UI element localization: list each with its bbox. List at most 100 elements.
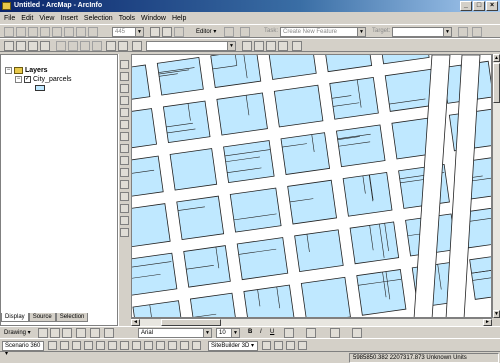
redo-icon[interactable]: [118, 41, 128, 51]
scene-tool-3-icon[interactable]: [72, 341, 81, 350]
minimize-button[interactable]: _: [460, 1, 472, 11]
zoom-in-fixed-icon[interactable]: [4, 27, 14, 37]
magnifier-icon[interactable]: [162, 27, 172, 37]
print-icon[interactable]: [40, 41, 50, 51]
scene-tool-5-icon[interactable]: [96, 341, 105, 350]
collapse-icon[interactable]: −: [5, 67, 12, 74]
scroll-thumb[interactable]: [493, 63, 500, 103]
back-arrow-icon[interactable]: [120, 144, 129, 153]
scroll-up-icon[interactable]: ▲: [493, 54, 500, 62]
add-data-icon[interactable]: [132, 41, 142, 51]
menu-file[interactable]: File: [4, 15, 15, 22]
underline-button[interactable]: U: [270, 329, 274, 335]
scene-tool-6-icon[interactable]: [108, 341, 117, 350]
arctoolbox-icon[interactable]: [254, 41, 264, 51]
delete-icon[interactable]: [92, 41, 102, 51]
refresh-icon[interactable]: [150, 27, 160, 37]
forward-arrow-icon[interactable]: [120, 156, 129, 165]
collapse-icon[interactable]: −: [15, 76, 22, 83]
menu-view[interactable]: View: [39, 15, 54, 22]
full-extent-globe-icon[interactable]: [120, 132, 129, 141]
pan-hand-icon[interactable]: [120, 120, 129, 129]
zoom-out-icon[interactable]: [120, 84, 129, 93]
scene-tool-10-icon[interactable]: [156, 341, 165, 350]
scene-tool-1-icon[interactable]: [48, 341, 57, 350]
editor-menu[interactable]: Editor ▾: [196, 28, 216, 35]
polygon-symbol-swatch[interactable]: [35, 85, 45, 91]
sitebuilder-menu[interactable]: SiteBuilder 3D ▾: [208, 341, 258, 351]
scroll-left-icon[interactable]: ◄: [131, 319, 140, 326]
scroll-down-icon[interactable]: ▼: [493, 310, 500, 318]
attributes-icon[interactable]: [458, 27, 468, 37]
zoom-whole-page-icon[interactable]: [62, 328, 72, 338]
select-elements-icon[interactable]: [38, 328, 48, 338]
sitebuilder-tool-1-icon[interactable]: [262, 341, 271, 350]
scroll-right-icon[interactable]: ►: [483, 319, 492, 326]
rotate-icon[interactable]: [50, 328, 60, 338]
edit-tool-icon[interactable]: [224, 27, 234, 37]
tab-display[interactable]: Display: [1, 313, 29, 322]
menu-window[interactable]: Window: [141, 15, 166, 22]
bold-button[interactable]: B: [248, 329, 252, 335]
font-size-combo[interactable]: 10 ▼: [216, 328, 240, 338]
pan-icon[interactable]: [28, 27, 38, 37]
maximize-button[interactable]: □: [473, 1, 485, 11]
find-icon[interactable]: [120, 204, 129, 213]
task-combo[interactable]: Create New Feature ▼: [280, 27, 366, 37]
hyperlink-icon[interactable]: [120, 216, 129, 225]
paste-icon[interactable]: [80, 41, 90, 51]
pointer-icon[interactable]: [120, 180, 129, 189]
whats-this-icon[interactable]: [292, 41, 302, 51]
layer-visibility-checkbox[interactable]: ✓: [24, 76, 31, 83]
hscroll-thumb[interactable]: [161, 319, 221, 326]
scene-tool-9-icon[interactable]: [144, 341, 153, 350]
select-features-icon[interactable]: [120, 168, 129, 177]
marker-color-icon[interactable]: [352, 328, 362, 338]
sketch-properties-icon[interactable]: [472, 27, 482, 37]
identify-icon[interactable]: [120, 192, 129, 201]
scene-tool-12-icon[interactable]: [180, 341, 189, 350]
identify-tool-icon[interactable]: [76, 27, 86, 37]
tab-selection[interactable]: Selection: [55, 313, 89, 322]
drawing-menu[interactable]: Drawing ▾: [4, 329, 31, 336]
save-icon[interactable]: [28, 41, 38, 51]
scene-tool-4-icon[interactable]: [84, 341, 93, 350]
scene-tool-8-icon[interactable]: [132, 341, 141, 350]
parcel-map[interactable]: [132, 55, 492, 318]
scene-tool-2-icon[interactable]: [60, 341, 69, 350]
edit-vertices-icon[interactable]: [104, 328, 114, 338]
toolbar-grip-icon[interactable]: [120, 60, 129, 69]
overview-icon[interactable]: [174, 27, 184, 37]
scene-tool-11-icon[interactable]: [168, 341, 177, 350]
editor-toolbar-icon[interactable]: [242, 41, 252, 51]
vertical-scrollbar[interactable]: ▲ ▼: [492, 54, 500, 318]
copy-icon[interactable]: [68, 41, 78, 51]
fill-color-icon[interactable]: [306, 328, 316, 338]
font-color-icon[interactable]: [284, 328, 294, 338]
text-tool-icon[interactable]: [90, 328, 100, 338]
new-document-icon[interactable]: [4, 41, 14, 51]
command-line-icon[interactable]: [278, 41, 288, 51]
menu-selection[interactable]: Selection: [84, 15, 113, 22]
undo-icon[interactable]: [106, 41, 116, 51]
menu-edit[interactable]: Edit: [21, 15, 33, 22]
zoom-in-icon[interactable]: [120, 72, 129, 81]
select-tool-icon[interactable]: [88, 27, 98, 37]
font-combo[interactable]: Arial ▼: [138, 328, 212, 338]
full-extent-icon[interactable]: [40, 27, 50, 37]
fixed-zoom-in-icon[interactable]: [120, 96, 129, 105]
toc-layer-row[interactable]: − ✓ City_parcels: [15, 76, 72, 83]
arccatalog-icon[interactable]: [266, 41, 276, 51]
forward-extent-icon[interactable]: [64, 27, 74, 37]
sitebuilder-tool-4-icon[interactable]: [298, 341, 307, 350]
rectangle-tool-icon[interactable]: [76, 328, 86, 338]
open-folder-icon[interactable]: [16, 41, 26, 51]
menu-help[interactable]: Help: [172, 15, 186, 22]
line-color-icon[interactable]: [330, 328, 340, 338]
scene-tool-7-icon[interactable]: [120, 341, 129, 350]
cut-icon[interactable]: [56, 41, 66, 51]
toc-layers-row[interactable]: − Layers: [5, 67, 48, 74]
fixed-zoom-out-icon[interactable]: [120, 108, 129, 117]
scene-tool-13-icon[interactable]: [192, 341, 201, 350]
sketch-tool-icon[interactable]: [240, 27, 250, 37]
